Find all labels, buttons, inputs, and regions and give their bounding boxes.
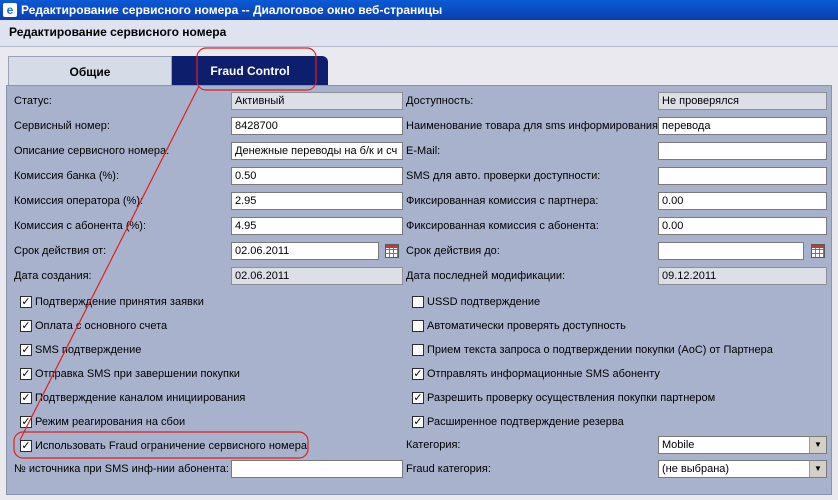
sms-on-complete-checkbox[interactable]: ✓ [20,368,32,380]
valid-from-label: Срок действия от: [14,245,107,257]
info-sms-label: Отправлять информационные SMS абоненту [427,368,660,380]
sms-product-name-input[interactable]: перевода [658,117,827,135]
fraud-limit-label: Использовать Fraud ограничение сервисног… [35,440,307,452]
valid-from-calendar-icon[interactable] [385,244,399,258]
bank-commission-input[interactable]: 0.50 [231,167,403,185]
partner-fixed-commission-input[interactable]: 0.00 [658,192,827,210]
partner-fixed-commission-label: Фиксированная комиссия с партнера: [406,195,599,207]
channel-confirm-checkbox[interactable]: ✓ [20,392,32,404]
ussd-confirm-checkbox[interactable] [412,296,424,308]
aoc-text-label: Прием текста запроса о подтверждении пок… [427,344,773,356]
failure-mode-label: Режим реагирования на сбои [35,416,186,428]
order-confirm-checkbox[interactable]: ✓ [20,296,32,308]
availability-field: Не проверялся [658,92,827,110]
fraud-category-select[interactable]: (не выбрана) ▼ [658,460,827,478]
category-dropdown-icon[interactable]: ▼ [809,437,826,453]
tab-fraud-control[interactable]: Fraud Control [172,56,328,86]
failure-mode-checkbox[interactable]: ✓ [20,416,32,428]
valid-to-input[interactable] [658,242,804,260]
dialog-title: Редактирование сервисного номера [9,25,227,39]
operator-commission-label: Комиссия оператора (%): [14,195,144,207]
sms-source-label: № источника при SMS инф-нии абонента: [14,463,229,475]
subscriber-commission-input[interactable]: 4.95 [231,217,403,235]
auto-availability-label: Автоматически проверять доступность [427,320,626,332]
auto-check-sms-input[interactable] [658,167,827,185]
valid-from-input[interactable]: 02.06.2011 [231,242,379,260]
fraud-category-label: Fraud категория: [406,463,491,475]
last-modified-label: Дата последней модификации: [406,270,566,282]
main-account-label: Оплата с основного счета [35,320,168,332]
bank-commission-label: Комиссия банка (%): [14,170,120,182]
category-label: Категория: [406,439,461,451]
general-panel: Статус: Активный Сервисный номер: 842870… [6,85,832,495]
valid-to-calendar-icon[interactable] [811,244,825,258]
sms-confirm-checkbox[interactable]: ✓ [20,344,32,356]
status-field: Активный [231,92,403,110]
tab-strip: Общие Fraud Control [8,56,828,86]
tab-general[interactable]: Общие [8,56,172,86]
dialog-header: Редактирование сервисного номера [0,20,838,47]
service-number-input[interactable]: 8428700 [231,117,403,135]
description-label: Описание сервисного номера: [14,145,170,157]
operator-commission-input[interactable]: 2.95 [231,192,403,210]
availability-label: Доступность: [406,95,474,107]
partner-check-checkbox[interactable]: ✓ [412,392,424,404]
ie-icon: e [3,3,17,17]
category-select[interactable]: Mobile ▼ [658,436,827,454]
auto-availability-checkbox[interactable] [412,320,424,332]
subscriber-fixed-commission-input[interactable]: 0.00 [658,217,827,235]
status-label: Статус: [14,95,52,107]
channel-confirm-label: Подтверждение каналом инициирования [35,392,246,404]
fraud-category-value: (не выбрана) [662,463,730,475]
email-label: E-Mail: [406,145,441,157]
order-confirm-label: Подтверждение принятия заявки [35,296,204,308]
last-modified-field: 09.12.2011 [658,267,827,285]
ussd-confirm-label: USSD подтверждение [427,296,541,308]
fraud-limit-checkbox[interactable]: ✓ [20,440,32,452]
auto-check-sms-label: SMS для авто. проверки доступности: [406,170,601,182]
aoc-text-checkbox[interactable] [412,344,424,356]
window-title: Редактирование сервисного номера -- Диал… [21,3,443,17]
fraud-category-dropdown-icon[interactable]: ▼ [809,461,826,477]
sms-confirm-label: SMS подтверждение [35,344,142,356]
created-date-field: 02.06.2011 [231,267,403,285]
sms-product-name-label: Наименование товара для sms информирован… [406,120,662,132]
subscriber-commission-label: Комиссия с абонента (%): [14,220,146,232]
valid-to-label: Срок действия до: [406,245,500,257]
created-date-label: Дата создания: [14,270,92,282]
description-input[interactable]: Денежные переводы на б/к и сч [231,142,403,160]
category-value: Mobile [662,439,695,451]
info-sms-checkbox[interactable]: ✓ [412,368,424,380]
sms-on-complete-label: Отправка SMS при завершении покупки [35,368,240,380]
service-number-label: Сервисный номер: [14,120,110,132]
partner-check-label: Разрешить проверку осуществления покупки… [427,392,716,404]
subscriber-fixed-commission-label: Фиксированная комиссия с абонента: [406,220,599,232]
sms-source-input[interactable] [231,460,403,478]
extended-reserve-label: Расширенное подтверждение резерва [427,416,624,428]
main-account-checkbox[interactable]: ✓ [20,320,32,332]
window-titlebar: e Редактирование сервисного номера -- Ди… [0,0,838,20]
extended-reserve-checkbox[interactable]: ✓ [412,416,424,428]
email-input[interactable] [658,142,827,160]
